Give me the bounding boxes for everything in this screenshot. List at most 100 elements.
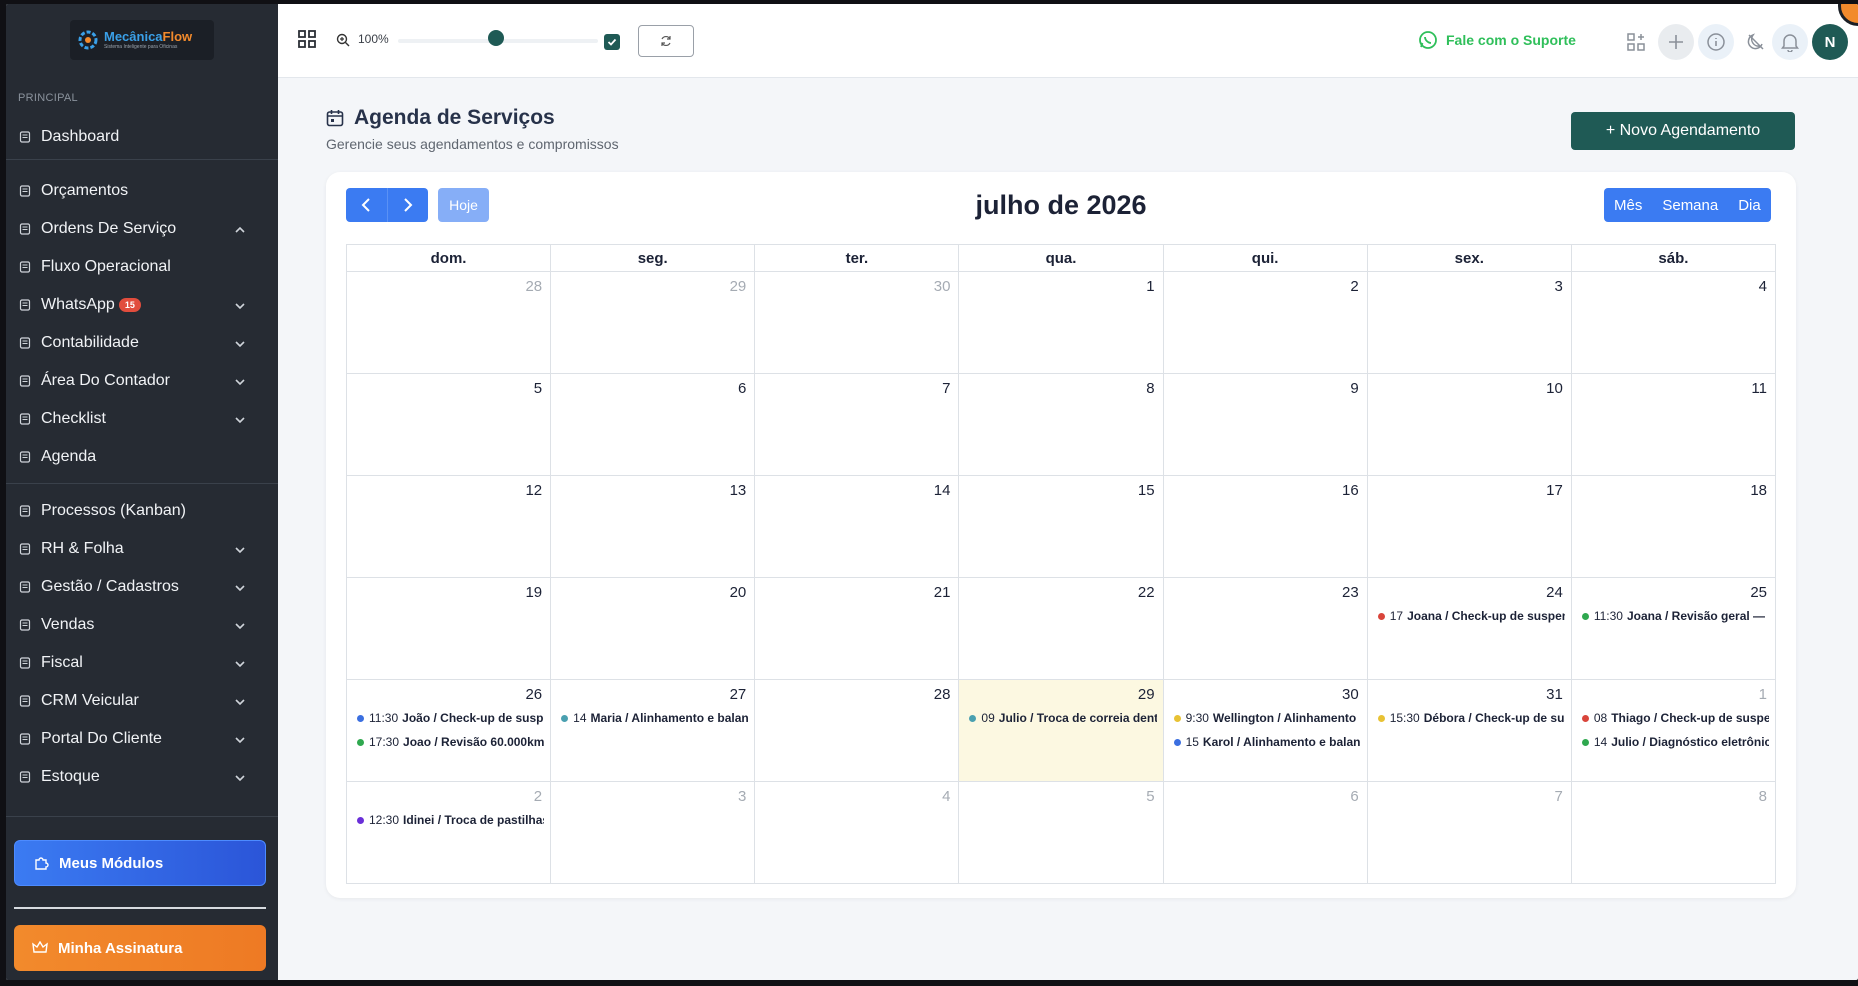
- day-cell[interactable]: 7: [754, 373, 960, 476]
- day-number[interactable]: 12: [347, 476, 550, 502]
- sidebar-item-portal-do-cliente[interactable]: Portal Do Cliente: [18, 724, 258, 754]
- logo[interactable]: MecânicaFlow Sistema Inteligente para Of…: [70, 20, 214, 60]
- view-month-button[interactable]: Mês: [1604, 188, 1653, 222]
- zoom-checkbox[interactable]: [604, 34, 620, 50]
- day-cell[interactable]: 2714Maria / Alinhamento e balanceamento: [550, 679, 756, 782]
- day-cell[interactable]: 6: [1162, 781, 1368, 884]
- chevron-down-icon[interactable]: [234, 543, 246, 555]
- day-number[interactable]: 22: [959, 578, 1162, 604]
- sidebar-item-orcamentos[interactable]: Orçamentos: [18, 176, 258, 206]
- day-cell[interactable]: 30: [754, 271, 960, 374]
- sidebar-item-contabilidade[interactable]: Contabilidade: [18, 328, 258, 358]
- day-number[interactable]: 8: [1572, 782, 1775, 808]
- day-cell[interactable]: 108Thiago / Check-up de suspensão14Julio…: [1570, 679, 1777, 782]
- day-number[interactable]: 9: [1164, 374, 1367, 400]
- day-number[interactable]: 30: [755, 272, 958, 298]
- chevron-down-icon[interactable]: [234, 581, 246, 593]
- sidebar-item-fiscal[interactable]: Fiscal: [18, 648, 258, 678]
- day-number[interactable]: 3: [1368, 272, 1571, 298]
- day-number[interactable]: 15: [959, 476, 1162, 502]
- day-cell[interactable]: 7: [1366, 781, 1572, 884]
- day-number[interactable]: 23: [1164, 578, 1367, 604]
- zoom-slider-handle[interactable]: [488, 30, 504, 46]
- chevron-down-icon[interactable]: [234, 413, 246, 425]
- day-cell[interactable]: 11: [1570, 373, 1777, 476]
- day-number[interactable]: 4: [1572, 272, 1775, 298]
- sidebar-item-estoque[interactable]: Estoque: [18, 762, 258, 792]
- prev-month-button[interactable]: [346, 188, 387, 222]
- day-cell[interactable]: 19: [345, 577, 552, 680]
- day-cell[interactable]: 9: [1162, 373, 1368, 476]
- day-cell[interactable]: 5: [345, 373, 552, 476]
- day-cell[interactable]: 3115:30Débora / Check-up de suspensão: [1366, 679, 1572, 782]
- day-number[interactable]: 31: [1368, 680, 1571, 706]
- day-number[interactable]: 18: [1572, 476, 1775, 502]
- next-month-button[interactable]: [386, 188, 428, 222]
- day-number[interactable]: 7: [755, 374, 958, 400]
- day-number[interactable]: 6: [551, 374, 754, 400]
- sidebar-item-fluxo-operacional[interactable]: Fluxo Operacional: [18, 252, 258, 282]
- day-cell[interactable]: 6: [550, 373, 756, 476]
- day-cell[interactable]: 10: [1366, 373, 1572, 476]
- day-cell[interactable]: 2: [1162, 271, 1368, 374]
- chevron-down-icon[interactable]: [234, 619, 246, 631]
- day-number[interactable]: 4: [755, 782, 958, 808]
- day-number[interactable]: 20: [551, 578, 754, 604]
- chevron-up-icon[interactable]: [234, 223, 246, 235]
- apps-add-button[interactable]: [1618, 24, 1654, 60]
- day-cell[interactable]: 8: [1570, 781, 1777, 884]
- day-number[interactable]: 3: [551, 782, 754, 808]
- view-day-button[interactable]: Dia: [1728, 188, 1771, 222]
- calendar-event[interactable]: 09Julio / Troca de correia dentada: [959, 706, 1162, 730]
- add-button[interactable]: [1658, 24, 1694, 60]
- day-number[interactable]: 17: [1368, 476, 1571, 502]
- day-number[interactable]: 27: [551, 680, 754, 706]
- sidebar-item-agenda[interactable]: Agenda: [18, 442, 258, 472]
- day-number[interactable]: 2: [1164, 272, 1367, 298]
- day-number[interactable]: 14: [755, 476, 958, 502]
- day-number[interactable]: 2: [347, 782, 550, 808]
- sidebar-item-dashboard[interactable]: Dashboard: [18, 122, 258, 152]
- day-number[interactable]: 1: [1572, 680, 1775, 706]
- day-number[interactable]: 25: [1572, 578, 1775, 604]
- day-cell[interactable]: 29: [550, 271, 756, 374]
- day-cell[interactable]: 30 9:30 Wellington / Alinhamento 15 Karol / …: [1162, 679, 1368, 782]
- day-cell[interactable]: 4: [754, 781, 960, 884]
- calendar-event[interactable]: 15:30Débora / Check-up de suspensão: [1368, 706, 1571, 730]
- day-number[interactable]: 21: [755, 578, 958, 604]
- my-subscription-button[interactable]: Minha Assinatura: [14, 925, 266, 971]
- day-cell[interactable]: 2417Joana / Check-up de suspensão: [1366, 577, 1572, 680]
- day-cell[interactable]: 18: [1570, 475, 1777, 578]
- day-number[interactable]: 1: [959, 272, 1162, 298]
- day-cell[interactable]: 12: [345, 475, 552, 578]
- day-cell[interactable]: 16: [1162, 475, 1368, 578]
- day-number[interactable]: 19: [347, 578, 550, 604]
- day-number[interactable]: 5: [959, 782, 1162, 808]
- day-cell[interactable]: 14: [754, 475, 960, 578]
- chevron-down-icon[interactable]: [234, 733, 246, 745]
- info-button[interactable]: [1698, 24, 1734, 60]
- view-week-button[interactable]: Semana: [1652, 188, 1729, 222]
- calendar-event[interactable]: 12:30 Idinei / Troca de pastilhas: [347, 808, 550, 832]
- chevron-down-icon[interactable]: [234, 375, 246, 387]
- day-cell[interactable]: 20: [550, 577, 756, 680]
- day-cell[interactable]: 4: [1570, 271, 1777, 374]
- calendar-event[interactable]: 14Maria / Alinhamento e balanceamento: [551, 706, 754, 730]
- day-cell[interactable]: 5: [958, 781, 1164, 884]
- chevron-down-icon[interactable]: [234, 771, 246, 783]
- day-cell-today[interactable]: 2909Julio / Troca de correia dentada: [958, 679, 1164, 782]
- close-icon[interactable]: [1838, 4, 1858, 26]
- day-cell[interactable]: 25 11:30 Joana / Revisão geral —: [1570, 577, 1777, 680]
- day-number[interactable]: 26: [347, 680, 550, 706]
- calendar-event[interactable]: 11:30João / Check-up de suspensão: [347, 706, 550, 730]
- day-cell[interactable]: 17: [1366, 475, 1572, 578]
- calendar-event[interactable]: 9:30 Wellington / Alinhamento: [1164, 706, 1367, 730]
- avatar[interactable]: N: [1812, 24, 1848, 60]
- day-cell[interactable]: 3: [550, 781, 756, 884]
- sidebar-item-crm-veicular[interactable]: CRM Veicular: [18, 686, 258, 716]
- chevron-down-icon[interactable]: [234, 695, 246, 707]
- refresh-button[interactable]: [638, 25, 694, 57]
- day-cell[interactable]: 23: [1162, 577, 1368, 680]
- sidebar-item-area-do-contador[interactable]: Área Do Contador: [18, 366, 258, 396]
- sidebar-item-vendas[interactable]: Vendas: [18, 610, 258, 640]
